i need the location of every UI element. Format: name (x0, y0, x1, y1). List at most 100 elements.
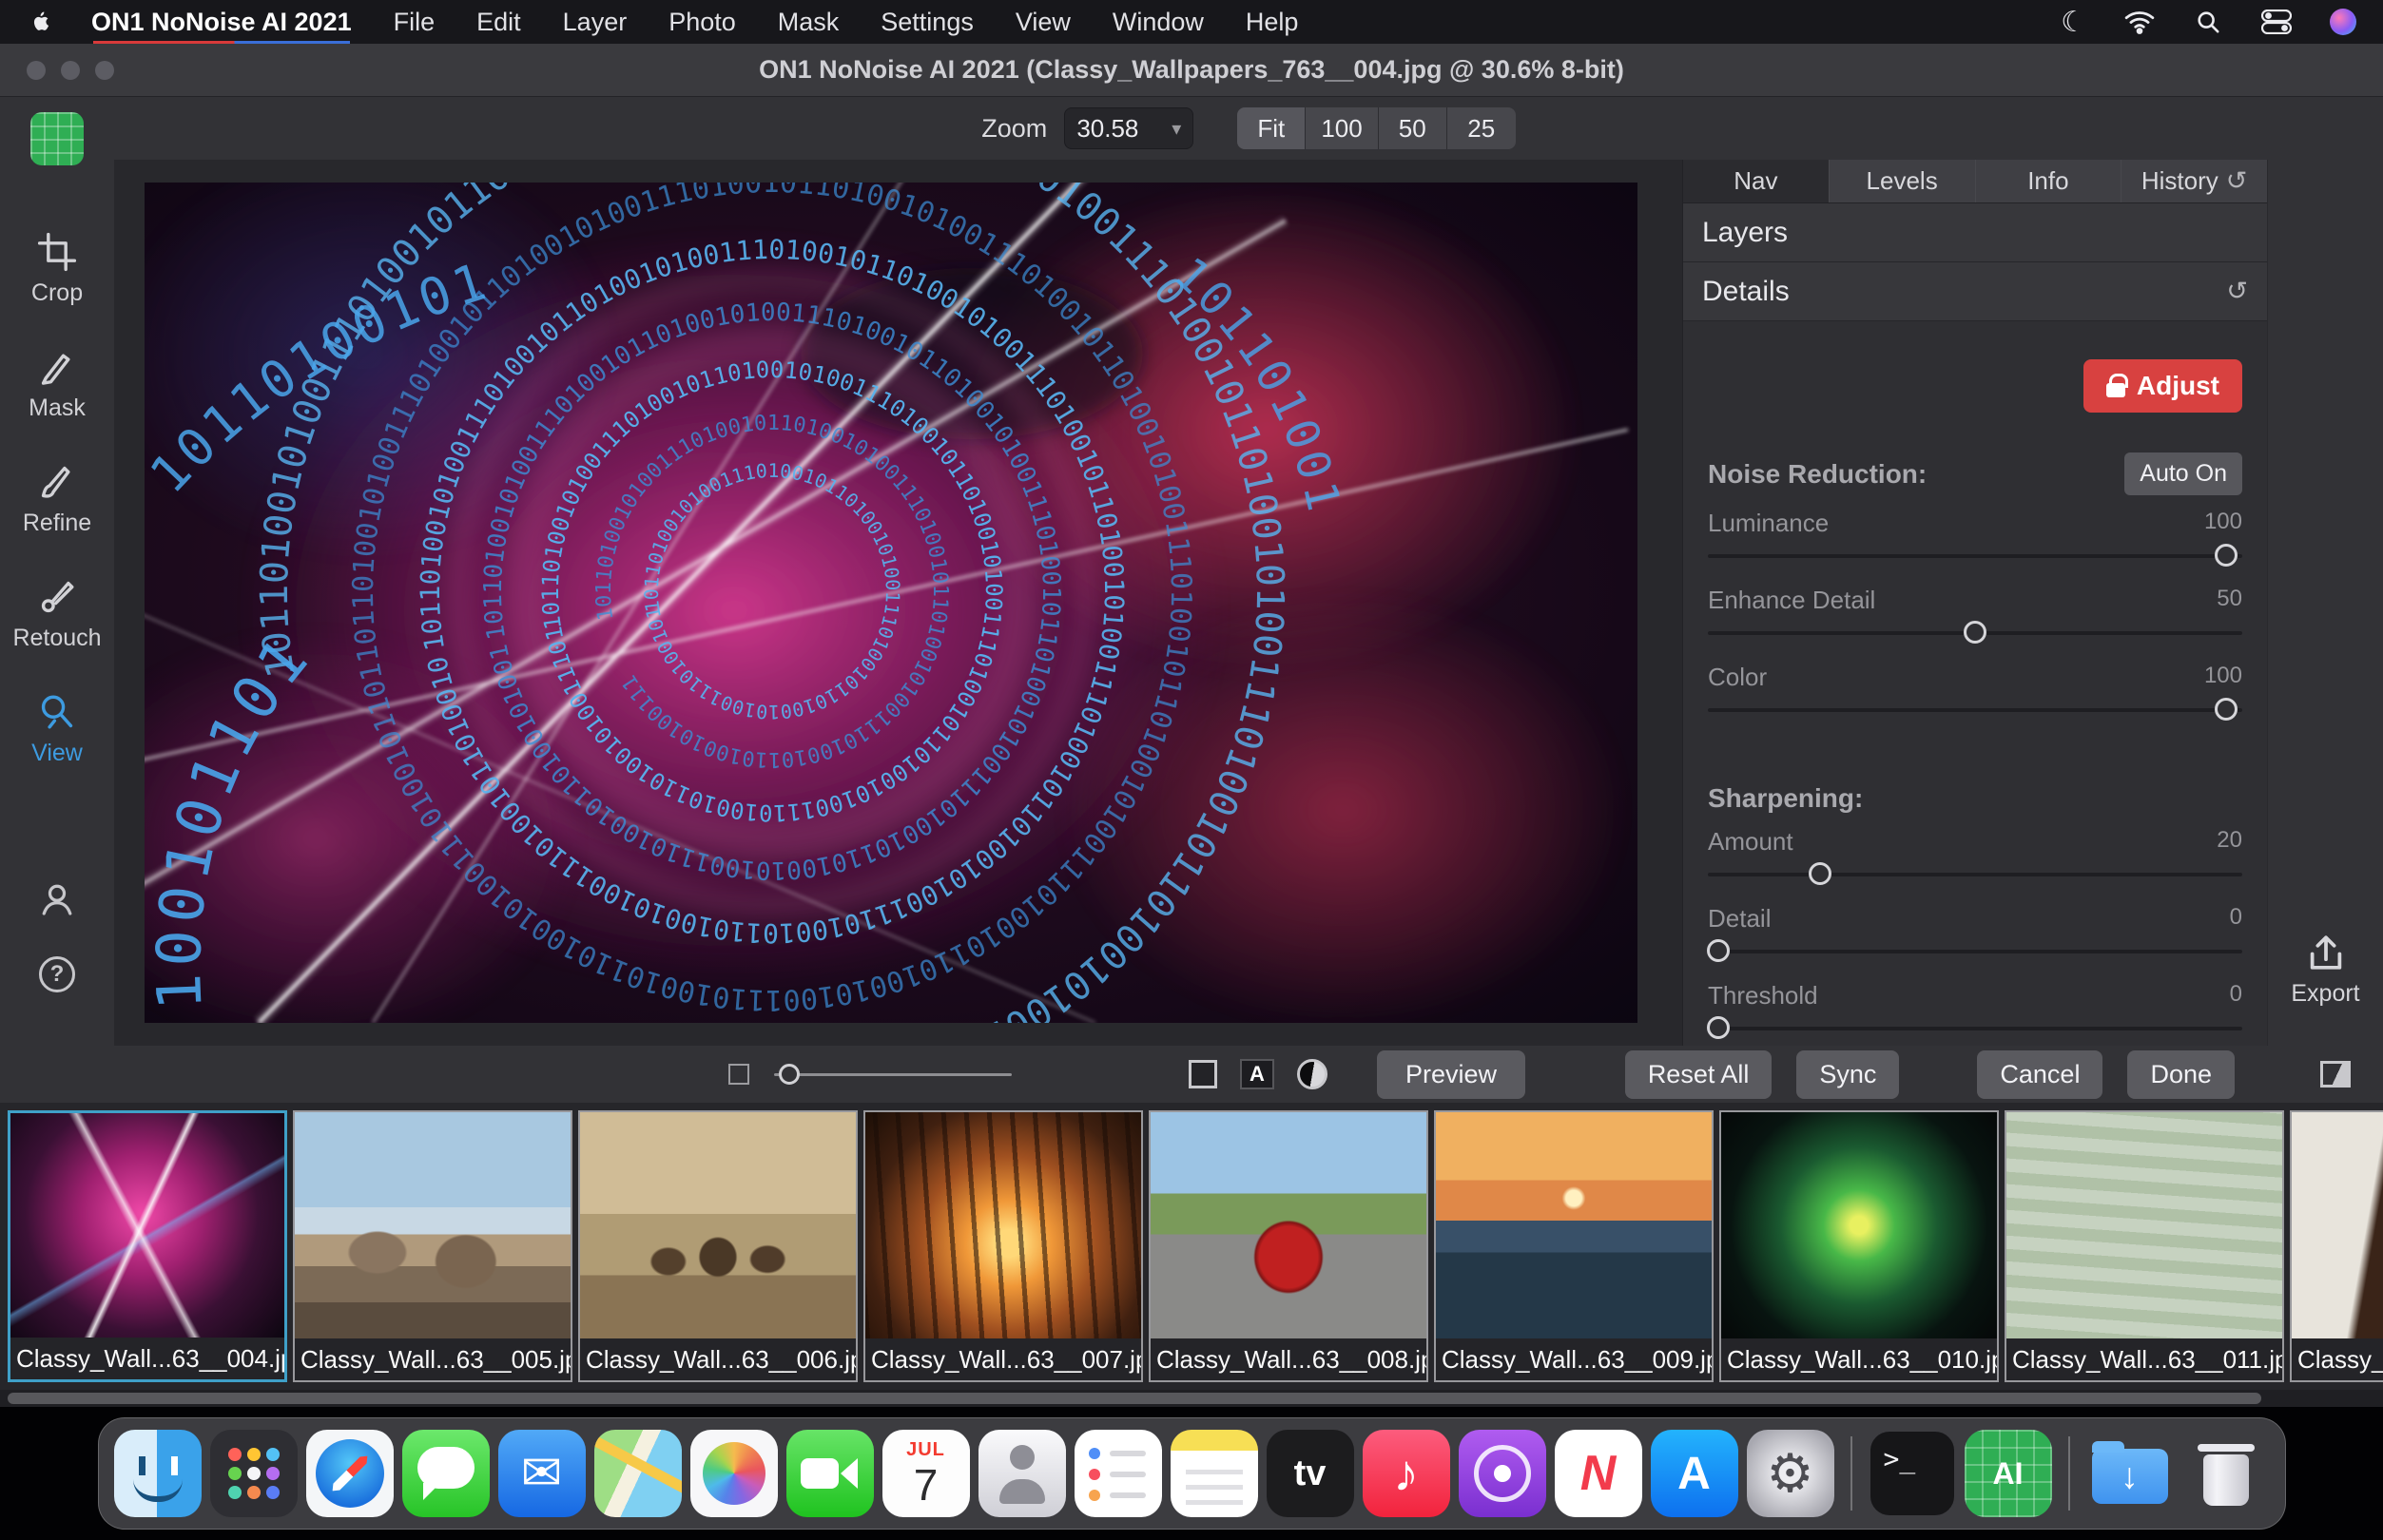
podcasts-icon[interactable] (1459, 1430, 1546, 1517)
tab-history[interactable]: History ↺ (2121, 160, 2267, 202)
zoom-25-button[interactable]: 25 (1447, 107, 1516, 149)
done-button[interactable]: Done (2127, 1050, 2235, 1099)
close-window-button[interactable] (27, 61, 46, 80)
mail-icon[interactable]: ✉ (498, 1430, 586, 1517)
filmstrip-thumb-007[interactable]: Classy_Wall...63__007.jpg (863, 1110, 1143, 1382)
facetime-icon[interactable] (786, 1430, 874, 1517)
wifi-icon[interactable] (2124, 10, 2155, 34)
menu-file[interactable]: File (394, 8, 436, 37)
control-center-icon[interactable] (2261, 10, 2292, 34)
filmstrip-thumb-005[interactable]: Classy_Wall...63__005.jpg (293, 1110, 572, 1382)
export-button[interactable]: Export (2268, 931, 2383, 1008)
preview-opacity-thumb[interactable] (779, 1064, 800, 1085)
preview-split-icon[interactable] (728, 1064, 749, 1085)
compare-view-icon[interactable] (2320, 1061, 2351, 1088)
color-slider: Color100 (1708, 663, 2242, 726)
music-icon[interactable]: ♪ (1363, 1430, 1450, 1517)
calendar-icon[interactable]: JUL 7 (882, 1430, 970, 1517)
filmstrip-scrollbar[interactable] (0, 1390, 2383, 1407)
enhance-detail-slider-thumb[interactable] (1964, 621, 1986, 644)
filmstrip-thumb-009[interactable]: Classy_Wall...63__009.jpg (1434, 1110, 1714, 1382)
launchpad-icon[interactable] (210, 1430, 298, 1517)
menu-help[interactable]: Help (1246, 8, 1299, 37)
tool-crop[interactable]: Crop (31, 232, 83, 307)
dock-area: ✉ JUL 7 tv ♪ N A ⚙ >_ AI ↓ (0, 1407, 2383, 1540)
noise-reduction-title: Noise Reduction: (1708, 459, 1927, 490)
cancel-button[interactable]: Cancel (1977, 1050, 2102, 1099)
view-mode-original-icon[interactable] (1189, 1060, 1217, 1088)
maximize-window-button[interactable] (95, 61, 114, 80)
tool-retouch[interactable]: Retouch (12, 577, 101, 652)
filmstrip-thumb-008[interactable]: Classy_Wall...63__008.jpg (1149, 1110, 1428, 1382)
filmstrip-thumb-004[interactable]: Classy_Wall...63__004.jpg (8, 1110, 287, 1382)
layers-section-header[interactable]: Layers (1683, 203, 2267, 262)
tab-info[interactable]: Info (1976, 160, 2122, 202)
view-mode-letter-icon[interactable]: A (1240, 1059, 1274, 1089)
detail-slider-thumb[interactable] (1707, 939, 1730, 962)
dock-divider (2068, 1436, 2070, 1511)
tab-levels[interactable]: Levels (1830, 160, 1976, 202)
zoom-50-button[interactable]: 50 (1379, 107, 1447, 149)
notes-icon[interactable] (1171, 1430, 1258, 1517)
menu-layer[interactable]: Layer (563, 8, 628, 37)
maps-icon[interactable] (594, 1430, 682, 1517)
help-icon[interactable]: ? (39, 956, 75, 992)
contacts-icon[interactable] (978, 1430, 1066, 1517)
photos-icon[interactable] (690, 1430, 778, 1517)
auto-on-button[interactable]: Auto On (2124, 452, 2242, 495)
reset-all-button[interactable]: Reset All (1625, 1050, 1773, 1099)
account-person-icon[interactable] (38, 880, 76, 918)
menu-photo[interactable]: Photo (668, 8, 736, 37)
tool-refine[interactable]: Refine (23, 462, 91, 537)
news-icon[interactable]: N (1555, 1430, 1642, 1517)
safari-icon[interactable] (306, 1430, 394, 1517)
filmstrip-thumb-012[interactable]: Classy_Wall... (2290, 1110, 2383, 1382)
terminal-icon[interactable]: >_ (1869, 1430, 1956, 1517)
color-slider-thumb[interactable] (2215, 698, 2238, 721)
siri-icon[interactable] (2330, 9, 2356, 35)
on1-nonoise-dock-icon[interactable]: AI (1965, 1430, 2052, 1517)
filmstrip-scrollbar-thumb[interactable] (8, 1393, 2261, 1404)
app-store-icon[interactable]: A (1651, 1430, 1738, 1517)
finder-icon[interactable] (114, 1430, 202, 1517)
adjust-button[interactable]: Adjust (2083, 359, 2242, 413)
filmstrip-thumb-011[interactable]: Classy_Wall...63__011.jpg (2005, 1110, 2284, 1382)
trash-icon[interactable] (2182, 1430, 2270, 1517)
apple-tv-icon[interactable]: tv (1267, 1430, 1354, 1517)
reminders-icon[interactable] (1075, 1430, 1162, 1517)
menu-window[interactable]: Window (1113, 8, 1204, 37)
filmstrip-thumb-010[interactable]: Classy_Wall...63__010.jpg (1719, 1110, 1999, 1382)
zoom-100-button[interactable]: 100 (1306, 107, 1378, 149)
canvas-area: 1011010010100111010010110100101001110100… (114, 160, 1682, 1046)
minimize-window-button[interactable] (61, 61, 80, 80)
messages-icon[interactable] (402, 1430, 490, 1517)
zoom-fit-button[interactable]: Fit (1237, 107, 1306, 149)
amount-slider-thumb[interactable] (1809, 862, 1831, 885)
tool-sidebar: Crop Mask Refine Retouch View (0, 97, 114, 1046)
threshold-slider-thumb[interactable] (1707, 1016, 1730, 1039)
tool-mask[interactable]: Mask (29, 347, 86, 422)
menu-settings[interactable]: Settings (881, 8, 974, 37)
luminance-slider-thumb[interactable] (2215, 544, 2238, 567)
downloads-folder-icon[interactable]: ↓ (2086, 1430, 2174, 1517)
sync-button[interactable]: Sync (1796, 1050, 1899, 1099)
system-preferences-icon[interactable]: ⚙ (1747, 1430, 1834, 1517)
apple-menu-icon[interactable] (27, 9, 49, 35)
zoom-select[interactable]: 30.58 ▾ (1064, 107, 1193, 149)
details-section-header[interactable]: Details ↺ (1683, 262, 2267, 321)
threshold-slider: Threshold0 (1708, 981, 2242, 1045)
preview-opacity-slider[interactable] (774, 1062, 1012, 1087)
menu-app-name[interactable]: ON1 NoNoise AI 2021 (91, 8, 352, 37)
search-icon[interactable] (2193, 10, 2223, 34)
preview-button[interactable]: Preview (1377, 1050, 1525, 1099)
menu-edit[interactable]: Edit (476, 8, 521, 37)
menu-mask[interactable]: Mask (778, 8, 840, 37)
tool-view[interactable]: View (31, 692, 83, 767)
menu-view[interactable]: View (1016, 8, 1071, 37)
photo-canvas[interactable]: 1011010010100111010010110100101001110100… (145, 183, 1637, 1023)
view-mode-split-circle-icon[interactable] (1297, 1059, 1327, 1089)
tab-nav[interactable]: Nav (1683, 160, 1830, 202)
dark-mode-moon-icon[interactable]: ☾ (2061, 6, 2086, 39)
details-reset-icon[interactable]: ↺ (2226, 277, 2248, 306)
filmstrip-thumb-006[interactable]: Classy_Wall...63__006.jpg (578, 1110, 858, 1382)
